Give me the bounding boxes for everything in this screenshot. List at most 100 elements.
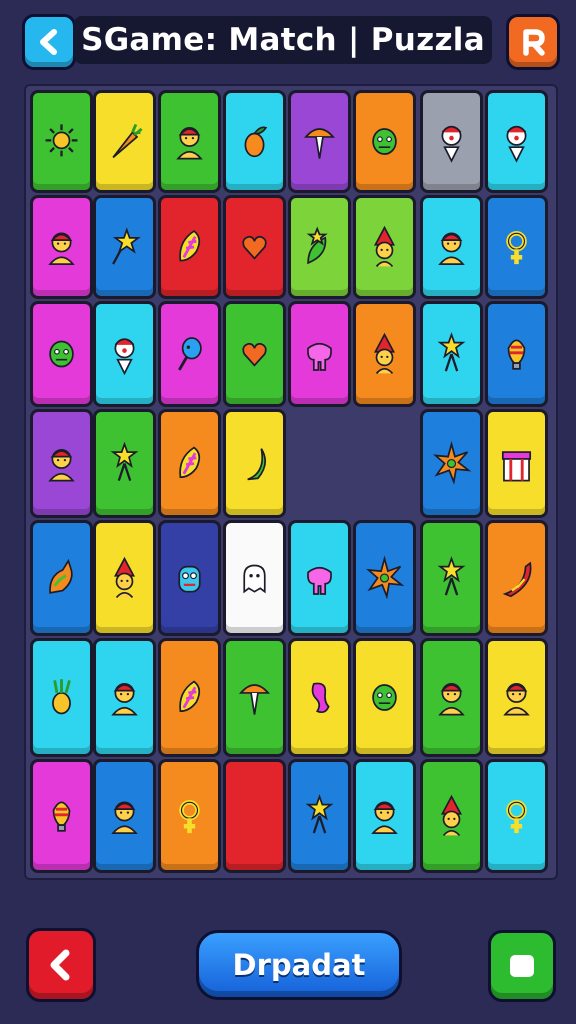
- star-figure-icon: [110, 441, 139, 481]
- balloon-icon: [178, 337, 202, 371]
- ghost-icon: [243, 564, 266, 594]
- person-icon: [48, 448, 75, 482]
- tile-r3c5[interactable]: [288, 301, 351, 407]
- gift-icon: [501, 451, 532, 482]
- clown-icon: [114, 338, 135, 376]
- star-figure-icon: [437, 332, 466, 372]
- bulb-icon: [507, 339, 526, 370]
- tile-r7c7[interactable]: [420, 759, 483, 873]
- tile-r3c4[interactable]: [223, 301, 286, 407]
- tile-r7c6[interactable]: [353, 759, 416, 873]
- tile-r2c6[interactable]: [353, 195, 416, 299]
- banana-icon: [247, 448, 266, 481]
- tile-r6c1[interactable]: [30, 638, 93, 757]
- tile-r7c4[interactable]: [223, 759, 286, 873]
- heart-icon: [242, 342, 267, 367]
- tile-r7c8[interactable]: [485, 759, 548, 873]
- tile-r5c2[interactable]: [93, 520, 156, 636]
- restart-button[interactable]: [506, 14, 560, 70]
- tile-r3c7[interactable]: [420, 301, 483, 407]
- monster-icon: [372, 684, 397, 711]
- primary-action-label: Drpadat: [232, 948, 366, 982]
- tile-r4c2[interactable]: [93, 409, 156, 518]
- tile-r7c5[interactable]: [288, 759, 351, 873]
- tile-r4c4[interactable]: [223, 409, 286, 518]
- person-icon: [438, 682, 465, 716]
- square-icon: [510, 955, 534, 977]
- monster-icon: [372, 128, 397, 155]
- carrot-icon: [112, 123, 143, 159]
- feather-icon: [179, 446, 201, 479]
- person-icon: [111, 682, 138, 716]
- stop-button[interactable]: [488, 930, 556, 1002]
- tile-r2c3[interactable]: [158, 195, 221, 299]
- person-icon: [111, 801, 138, 834]
- gnome-icon: [440, 794, 463, 836]
- tile-r6c3[interactable]: [158, 638, 221, 757]
- primary-action-button[interactable]: Drpadat: [196, 930, 402, 1000]
- tile-r5c1[interactable]: [30, 520, 93, 636]
- tile-r1c3[interactable]: [158, 90, 221, 193]
- tile-r5c5[interactable]: [288, 520, 351, 636]
- heart-icon: [242, 235, 267, 260]
- bird-icon: [49, 558, 73, 594]
- tile-r2c8[interactable]: [485, 195, 548, 299]
- clown-icon: [441, 125, 462, 163]
- person-icon: [48, 232, 75, 265]
- tile-r3c2[interactable]: [93, 301, 156, 407]
- tile-r1c6[interactable]: [353, 90, 416, 193]
- tile-r1c5[interactable]: [288, 90, 351, 193]
- tile-r6c5[interactable]: [288, 638, 351, 757]
- elephant-icon: [307, 566, 332, 595]
- tile-r1c4[interactable]: [223, 90, 286, 193]
- tile-r5c4[interactable]: [223, 520, 286, 636]
- tile-r3c6[interactable]: [353, 301, 416, 407]
- tile-r6c4[interactable]: [223, 638, 286, 757]
- leaf-star-icon: [306, 226, 328, 265]
- tile-r4c7[interactable]: [420, 409, 483, 518]
- tile-r2c7[interactable]: [420, 195, 483, 299]
- tile-r1c2[interactable]: [93, 90, 156, 193]
- tile-r1c7[interactable]: [420, 90, 483, 193]
- tile-r7c2[interactable]: [93, 759, 156, 873]
- tile-r1c8[interactable]: [485, 90, 548, 193]
- starburst-icon: [365, 555, 405, 600]
- clown-icon: [506, 125, 527, 163]
- tile-r3c3[interactable]: [158, 301, 221, 407]
- tile-r5c3[interactable]: [158, 520, 221, 636]
- tile-r6c8[interactable]: [485, 638, 548, 757]
- tile-r7c3[interactable]: [158, 759, 221, 873]
- page-title: SGame: Match | Puzzla: [81, 22, 485, 58]
- tile-r5c6[interactable]: [353, 520, 416, 636]
- tile-r5c7[interactable]: [420, 520, 483, 636]
- tile-r6c6[interactable]: [353, 638, 416, 757]
- restart-icon: [523, 29, 545, 56]
- star-figure-icon: [437, 556, 466, 596]
- tile-r5c8[interactable]: [485, 520, 548, 636]
- tile-r2c4[interactable]: [223, 195, 286, 299]
- female-symbol-icon: [179, 800, 200, 834]
- starburst-icon: [432, 440, 472, 485]
- tile-r3c8[interactable]: [485, 301, 548, 407]
- tile-r6c7[interactable]: [420, 638, 483, 757]
- tile-r2c1[interactable]: [30, 195, 93, 299]
- tile-r4c3[interactable]: [158, 409, 221, 518]
- blank-icon: [226, 762, 283, 870]
- mushroom-icon: [238, 684, 271, 715]
- tile-r2c2[interactable]: [93, 195, 156, 299]
- tile-r4c1[interactable]: [30, 409, 93, 518]
- tile-r3c1[interactable]: [30, 301, 93, 407]
- tile-r1c1[interactable]: [30, 90, 93, 193]
- gnome-icon: [113, 556, 136, 598]
- tile-r2c5[interactable]: [288, 195, 351, 299]
- tile-r4c8[interactable]: [485, 409, 548, 518]
- person-icon: [438, 232, 465, 265]
- tile-r7c1[interactable]: [30, 759, 93, 873]
- person-icon: [503, 682, 530, 716]
- back-bottom-button[interactable]: [26, 928, 96, 1002]
- bulb-icon: [52, 801, 71, 832]
- gnome-icon: [373, 225, 396, 267]
- top-bar: SGame: Match | Puzzla: [0, 0, 576, 84]
- tile-r6c2[interactable]: [93, 638, 156, 757]
- back-button[interactable]: [22, 14, 76, 70]
